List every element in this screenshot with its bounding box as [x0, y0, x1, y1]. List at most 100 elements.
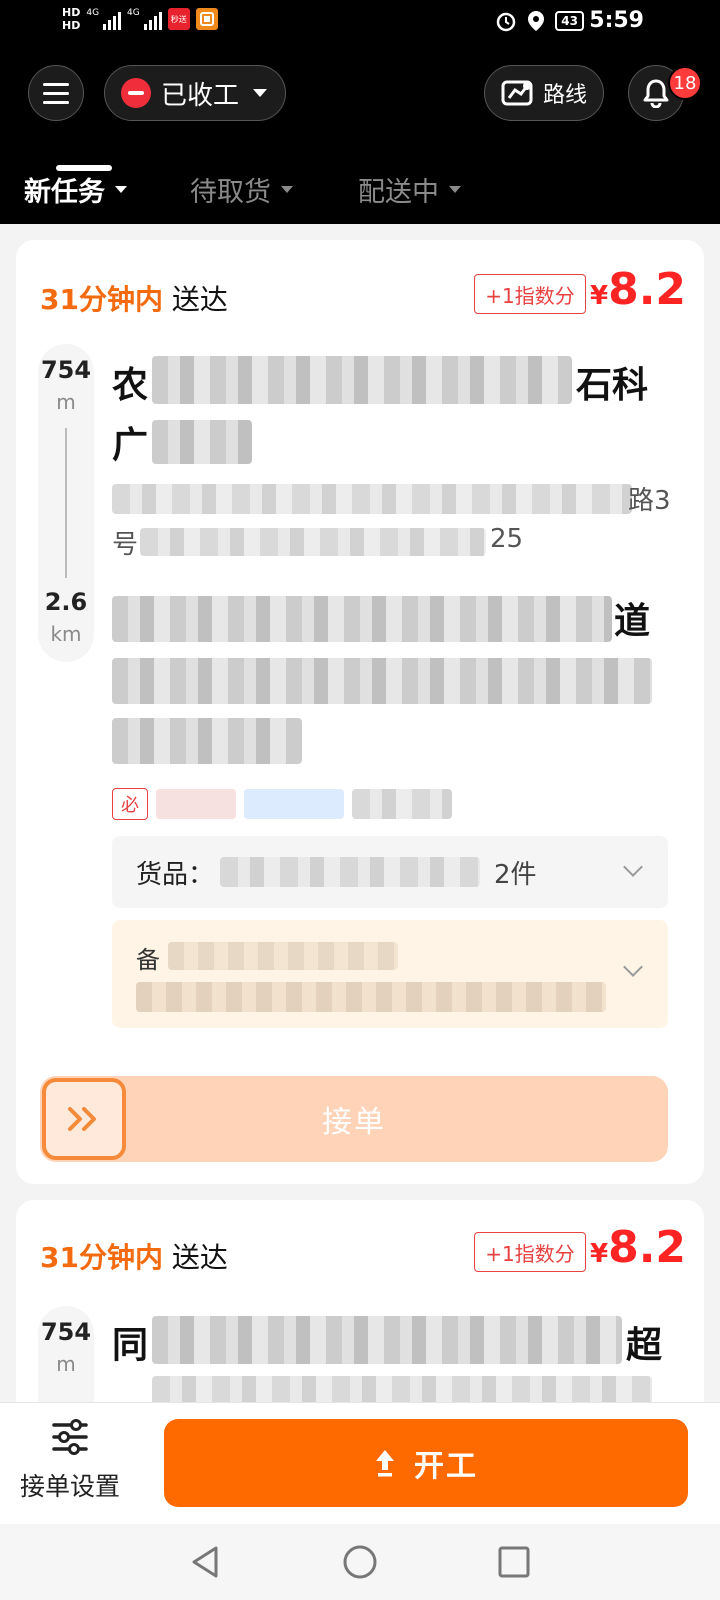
pickup-distance-unit: m — [56, 1352, 76, 1376]
delivery-eta: 31分钟内 送达 — [40, 1236, 228, 1276]
caret-down-icon — [449, 186, 461, 193]
order-price: ¥8.2 — [590, 264, 686, 315]
pickup-address-line2-head: 号 — [112, 530, 139, 560]
eta-time: 31分钟内 — [40, 283, 163, 316]
tab-label: 待取货 — [190, 177, 271, 208]
app-notification-icon: 秒送 — [167, 8, 190, 30]
note-row[interactable]: 备 — [112, 920, 668, 1028]
delivery-eta: 31分钟内 送达 — [40, 278, 228, 318]
slider-handle[interactable] — [42, 1078, 126, 1160]
tag-redacted-3 — [352, 789, 452, 819]
network-type-2: 4G — [127, 8, 140, 18]
notification-badge: 18 — [668, 66, 702, 100]
caret-down-icon — [115, 186, 127, 193]
map-route-icon — [501, 80, 533, 106]
system-navigation-bar — [0, 1524, 720, 1600]
distance-rail: 754 m 2.6 km — [38, 344, 94, 662]
tab-new-tasks[interactable]: 新任务 — [24, 170, 127, 209]
tag-redacted — [156, 789, 236, 819]
pickup-name-redacted — [152, 356, 572, 404]
route-button[interactable]: 路线 — [484, 65, 604, 121]
order-card[interactable]: 31分钟内 送达 +1指数分 ¥8.2 754 m 2.6 km 农 石科 广 … — [16, 240, 704, 1184]
tab-pending-pickup[interactable]: 待取货 — [190, 170, 293, 209]
price-value: 8.2 — [608, 1222, 687, 1273]
tab-label: 配送中 — [358, 177, 439, 208]
required-tag: 必 — [112, 788, 148, 820]
pickup-distance-unit: m — [56, 390, 76, 414]
eta-time: 31分钟内 — [40, 1241, 163, 1274]
eta-suffix: 送达 — [171, 283, 228, 316]
arrow-up-icon — [376, 1450, 394, 1477]
start-work-label: 开工 — [414, 1449, 478, 1484]
pickup-address-redacted-2 — [140, 528, 486, 556]
accept-label: 接单 — [322, 1105, 386, 1140]
work-status-label: 已收工 — [161, 80, 240, 111]
back-icon[interactable] — [188, 1544, 224, 1580]
delivery-distance-unit: km — [50, 622, 82, 646]
note-redacted-2 — [136, 982, 606, 1012]
caret-down-icon — [253, 89, 268, 97]
active-tab-indicator — [56, 165, 112, 171]
bottom-action-bar: 接单设置 开工 — [0, 1402, 720, 1524]
order-tags: 必 — [112, 788, 452, 820]
signal-icon-2: 4G — [127, 8, 162, 30]
pickup-name-head: 同 — [112, 1325, 149, 1366]
menu-icon — [43, 82, 69, 86]
app-notification-icon-2 — [195, 8, 218, 30]
eta-suffix: 送达 — [171, 1241, 228, 1274]
goods-count: 2件 — [494, 859, 537, 890]
pickup-distance: 754 — [40, 356, 92, 384]
pickup-name-tail: 超 — [626, 1325, 663, 1366]
goods-redacted — [220, 857, 481, 887]
pickup-address-line2-tail: 25 — [490, 524, 524, 554]
menu-button[interactable] — [28, 65, 84, 121]
goods-row[interactable]: 货品： 2件 — [112, 836, 668, 908]
status-bar: HD HD 4G 4G 秒送 43 5:59 — [0, 0, 720, 52]
stop-icon — [121, 78, 151, 108]
pickup-name-redacted — [152, 1316, 622, 1364]
order-price: ¥8.2 — [590, 1222, 686, 1273]
order-card[interactable]: 31分钟内 送达 +1指数分 ¥8.2 754 m 同 超 — [16, 1200, 704, 1420]
network-type-1: 4G — [86, 8, 100, 18]
price-value: 8.2 — [608, 264, 687, 315]
double-chevron-right-icon — [68, 1107, 96, 1131]
location-icon — [528, 11, 545, 31]
start-work-button[interactable]: 开工 — [164, 1419, 688, 1507]
order-settings-label: 接单设置 — [19, 1472, 120, 1501]
bell-icon — [643, 79, 669, 108]
currency-symbol: ¥ — [590, 281, 609, 311]
order-settings-button[interactable]: 接单设置 — [8, 1417, 132, 1517]
battery-level: 43 — [555, 11, 584, 31]
currency-symbol: ¥ — [590, 1239, 609, 1269]
signal-icon: 4G — [86, 8, 122, 30]
caret-down-icon — [281, 186, 293, 193]
accept-order-slider[interactable]: 接单 — [40, 1076, 668, 1162]
pickup-name-redacted-2 — [152, 420, 252, 464]
goods-label: 货品： — [136, 859, 215, 890]
note-label: 备 — [136, 946, 160, 974]
delivery-address-redacted-3 — [112, 718, 302, 764]
route-label: 路线 — [542, 83, 587, 108]
delivery-address-redacted — [112, 596, 612, 642]
note-redacted — [168, 942, 398, 970]
tab-label: 新任务 — [24, 177, 105, 208]
hd-indicator-1: HD — [62, 6, 81, 19]
delivery-address-tail: 道 — [614, 601, 651, 642]
tag-redacted-2 — [244, 789, 344, 819]
pickup-name-line2: 广 — [112, 425, 149, 466]
tab-delivering[interactable]: 配送中 — [358, 170, 461, 209]
points-tag: +1指数分 — [474, 274, 586, 314]
alarm-icon — [497, 12, 516, 32]
recents-icon[interactable] — [496, 1544, 532, 1580]
route-line — [65, 428, 67, 578]
pickup-distance: 754 — [40, 1318, 92, 1346]
clock: 5:59 — [589, 8, 644, 33]
app-header: 已收工 路线 18 新任务 待取货 配送中 — [0, 52, 720, 224]
home-icon[interactable] — [342, 1544, 378, 1580]
pickup-name-head: 农 — [112, 365, 149, 406]
delivery-address-redacted-2 — [112, 658, 652, 704]
pickup-address-tail: 路3 — [628, 486, 671, 516]
delivery-distance: 2.6 — [44, 588, 88, 616]
hd-indicator-2: HD — [62, 19, 81, 32]
work-status-dropdown[interactable]: 已收工 — [104, 65, 286, 121]
